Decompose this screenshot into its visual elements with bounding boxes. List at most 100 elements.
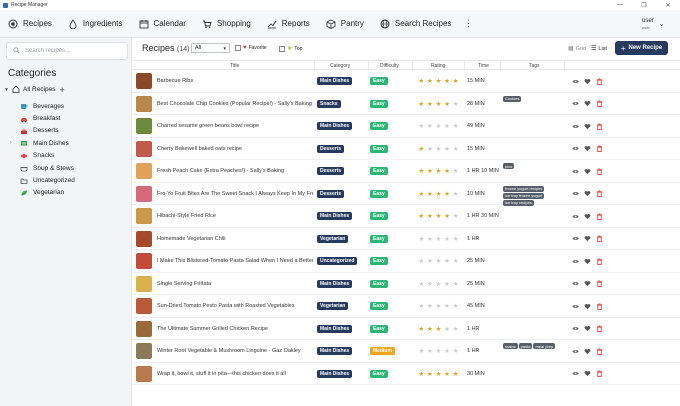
rating-star-icon[interactable]: ★ <box>451 100 460 108</box>
delete-trash-icon[interactable] <box>593 167 605 175</box>
nav-reports[interactable]: Reports <box>259 10 318 38</box>
favorite-heart-icon[interactable] <box>581 100 593 108</box>
recipe-title[interactable]: The Ultimate Summer Grilled Chicken Reci… <box>157 326 313 332</box>
table-row[interactable]: Barbecue Ribs Main Dishes Easy ★ ★ ★ ★ ★ 15 MIN <box>132 70 680 93</box>
category-item[interactable]: Soup & Stews <box>10 162 75 174</box>
favorite-heart-icon[interactable] <box>581 235 593 243</box>
table-row[interactable]: Charred sesame green beans bowl recipe Ma… <box>132 115 680 138</box>
rating-star-icon[interactable]: ★ <box>443 145 452 153</box>
rating-star-icon[interactable]: ★ <box>443 212 452 220</box>
rating-star-icon[interactable]: ★ <box>443 167 452 175</box>
rating-star-icon[interactable]: ★ <box>451 122 460 130</box>
favorite-heart-icon[interactable] <box>581 145 593 153</box>
minimize-button[interactable]: — <box>608 0 632 10</box>
rating-star-icon[interactable]: ★ <box>434 212 443 220</box>
favorite-heart-icon[interactable] <box>581 77 593 85</box>
table-row[interactable]: Best Chocolate Chip Cookies (Popular Rec… <box>132 93 680 115</box>
table-row[interactable]: Homemade Vegetarian Chili Vegetarian Easy ★… <box>132 228 680 250</box>
recipe-title[interactable]: Charred sesame green beans bowl recipe <box>157 123 313 129</box>
nav-recipes[interactable]: Recipes <box>0 10 60 38</box>
delete-trash-icon[interactable] <box>593 302 605 310</box>
recipe-title[interactable]: Barbecue Ribs <box>157 78 313 84</box>
filter-select[interactable]: All ▼ <box>191 43 230 53</box>
view-eye-icon[interactable] <box>569 280 581 288</box>
expand-caret-icon[interactable]: › <box>10 140 20 146</box>
favorite-heart-icon[interactable] <box>581 347 593 355</box>
rating-star-icon[interactable]: ★ <box>434 302 443 310</box>
favorite-heart-icon[interactable] <box>581 280 593 288</box>
view-eye-icon[interactable] <box>569 190 581 198</box>
rating-star-icon[interactable]: ★ <box>426 100 435 108</box>
rating-star-icon[interactable]: ★ <box>426 370 435 378</box>
category-item[interactable]: Snacks <box>10 150 75 162</box>
recipe-title[interactable]: Single Serving Frittata <box>157 281 313 287</box>
delete-trash-icon[interactable] <box>593 235 605 243</box>
view-eye-icon[interactable] <box>569 77 581 85</box>
rating-star-icon[interactable]: ★ <box>426 257 435 265</box>
rating-star-icon[interactable]: ★ <box>443 347 452 355</box>
rating-star-icon[interactable]: ★ <box>434 145 443 153</box>
recipe-title[interactable]: Sun-Dried Tomato Pesto Pasta with Roaste… <box>157 303 313 309</box>
rating-star-icon[interactable]: ★ <box>443 235 452 243</box>
rating-star-icon[interactable]: ★ <box>434 325 443 333</box>
recipe-title[interactable]: Fresh Peach Cake {Extra Peaches!} - Sall… <box>157 168 313 174</box>
rating-star-icon[interactable]: ★ <box>443 100 452 108</box>
favorite-heart-icon[interactable] <box>581 190 593 198</box>
table-row[interactable]: Winter Root Vegetable & Mushroom Linguin… <box>132 340 680 363</box>
rating-star-icon[interactable]: ★ <box>417 167 426 175</box>
category-item[interactable]: Breakfast <box>10 112 75 124</box>
recipe-title[interactable]: Hibachi-Style Fried Rice <box>157 213 313 219</box>
rating-star-icon[interactable]: ★ <box>443 325 452 333</box>
list-view-toggle[interactable]: ☰ List <box>591 45 607 53</box>
rating-star-icon[interactable]: ★ <box>451 235 460 243</box>
recipe-title[interactable]: Fro-Yo Fruit Bites Are The Sweet Snack I… <box>157 191 313 197</box>
recipe-title[interactable]: Best Chocolate Chip Cookies (Popular Rec… <box>157 101 313 107</box>
table-row[interactable]: Single Serving Frittata Main Dishes Easy ★ ★… <box>132 273 680 295</box>
favorite-heart-icon[interactable] <box>581 302 593 310</box>
table-row[interactable]: The Ultimate Summer Grilled Chicken Reci… <box>132 318 680 340</box>
rating-star-icon[interactable]: ★ <box>417 302 426 310</box>
rating-star-icon[interactable]: ★ <box>434 190 443 198</box>
rating-star-icon[interactable]: ★ <box>426 235 435 243</box>
rating-star-icon[interactable]: ★ <box>417 77 426 85</box>
rating-star-icon[interactable]: ★ <box>451 145 460 153</box>
delete-trash-icon[interactable] <box>593 100 605 108</box>
favorite-checkbox[interactable] <box>235 45 241 51</box>
recipe-title[interactable]: Cherry Bakewell baked oats recipe <box>157 146 313 152</box>
rating-star-icon[interactable]: ★ <box>426 280 435 288</box>
category-item[interactable]: Beverages <box>10 100 75 112</box>
favorite-filter[interactable]: ♥ Favorite <box>235 45 267 51</box>
table-row[interactable]: Sun-Dried Tomato Pesto Pasta with Roaste… <box>132 295 680 318</box>
category-all-recipes[interactable]: ▼ All Recipes + <box>4 84 65 95</box>
rating-star-icon[interactable]: ★ <box>451 212 460 220</box>
delete-trash-icon[interactable] <box>593 257 605 265</box>
view-eye-icon[interactable] <box>569 347 581 355</box>
rating-star-icon[interactable]: ★ <box>417 122 426 130</box>
more-menu-icon[interactable]: ⋮ <box>463 18 473 29</box>
rating-star-icon[interactable]: ★ <box>434 347 443 355</box>
delete-trash-icon[interactable] <box>593 212 605 220</box>
view-eye-icon[interactable] <box>569 235 581 243</box>
rating-star-icon[interactable]: ★ <box>426 167 435 175</box>
favorite-heart-icon[interactable] <box>581 122 593 130</box>
rating-star-icon[interactable]: ★ <box>426 77 435 85</box>
table-row[interactable]: Cherry Bakewell baked oats recipe Dessert… <box>132 138 680 160</box>
category-item[interactable]: › Main Dishes <box>10 137 75 149</box>
rating-star-icon[interactable]: ★ <box>426 190 435 198</box>
rating-star-icon[interactable]: ★ <box>434 257 443 265</box>
rating-star-icon[interactable]: ★ <box>451 190 460 198</box>
view-eye-icon[interactable] <box>569 122 581 130</box>
view-eye-icon[interactable] <box>569 302 581 310</box>
rating-star-icon[interactable]: ★ <box>417 257 426 265</box>
rating-star-icon[interactable]: ★ <box>417 190 426 198</box>
rating-star-icon[interactable]: ★ <box>426 212 435 220</box>
rating-star-icon[interactable]: ★ <box>451 325 460 333</box>
delete-trash-icon[interactable] <box>593 325 605 333</box>
rating-star-icon[interactable]: ★ <box>443 77 452 85</box>
table-row[interactable]: Fro-Yo Fruit Bites Are The Sweet Snack I… <box>132 183 680 206</box>
category-item[interactable]: Vegetarian <box>10 187 75 199</box>
collapse-caret-icon[interactable]: ▼ <box>4 87 12 93</box>
recipe-title[interactable]: Homemade Vegetarian Chili <box>157 236 313 242</box>
rating-star-icon[interactable]: ★ <box>443 302 452 310</box>
recipe-title[interactable]: I Make This Blistered-Tomato Pasta Salad… <box>157 258 313 264</box>
